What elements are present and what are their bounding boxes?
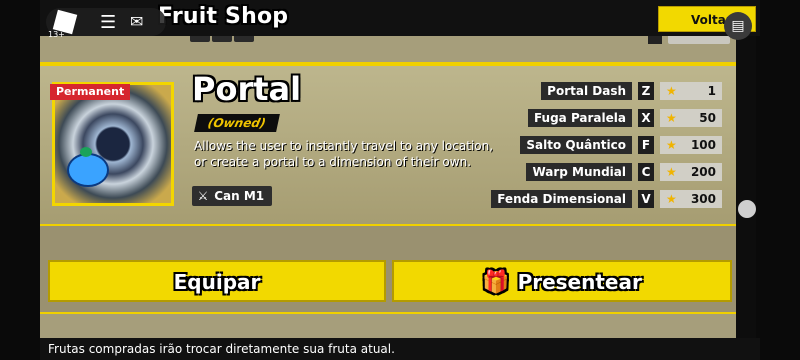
move-mastery: ★ 200 — [660, 163, 722, 181]
move-row: Fenda Dimensional V ★ 300 — [491, 190, 722, 208]
move-key: V — [638, 190, 654, 208]
fruit-card: Permanent Portal (Owned) Allows the user… — [40, 64, 740, 226]
move-mastery: ★ 1 — [660, 82, 722, 100]
move-name: Portal Dash — [541, 82, 632, 100]
move-mastery: ★ 300 — [660, 190, 722, 208]
scroll-thumb[interactable] — [738, 200, 756, 218]
scrollbar[interactable] — [736, 36, 756, 338]
move-name: Fuga Paralela — [527, 109, 632, 127]
can-m1-tag: ⚔ Can M1 — [192, 186, 273, 206]
move-key: X — [638, 109, 654, 127]
move-mastery: ★ 100 — [660, 136, 722, 154]
fruit-icon — [67, 147, 109, 187]
move-row: Salto Quântico F ★ 100 — [520, 136, 722, 154]
move-row: Fuga Paralela X ★ 50 — [527, 109, 722, 127]
chat-icon[interactable]: ✉ — [130, 12, 143, 31]
menu-icon[interactable]: ☰ — [100, 12, 116, 33]
star-icon: ★ — [666, 138, 677, 152]
move-row: Warp Mundial C ★ 200 — [526, 163, 722, 181]
star-icon: ★ — [666, 84, 677, 98]
move-name: Salto Quântico — [520, 136, 632, 154]
move-key: Z — [638, 82, 654, 100]
sword-icon: ⚔ — [197, 189, 209, 203]
gift-icon: 🎁 — [482, 270, 510, 295]
gift-button[interactable]: 🎁 Presentear — [392, 260, 732, 302]
can-m1-label: Can M1 — [214, 189, 265, 203]
fruit-image — [52, 82, 174, 206]
move-mastery: ★ 50 — [660, 109, 722, 127]
fruit-description: Allows the user to instantly travel to a… — [194, 139, 494, 169]
gift-label: Presentear — [517, 270, 642, 294]
move-name: Fenda Dimensional — [491, 190, 632, 208]
move-name: Warp Mundial — [526, 163, 632, 181]
footer-notice: Frutas compradas irão trocar diretamente… — [40, 338, 760, 360]
equip-button[interactable]: Equipar — [48, 260, 386, 302]
star-icon: ★ — [666, 111, 677, 125]
star-icon: ★ — [666, 192, 677, 206]
star-icon: ★ — [666, 165, 677, 179]
move-row: Portal Dash Z ★ 1 — [541, 82, 722, 100]
move-key: C — [638, 163, 654, 181]
fruit-name: Portal — [192, 70, 302, 108]
permanent-badge: Permanent — [50, 84, 131, 100]
move-key: F — [638, 136, 654, 154]
owned-badge: (Owned) — [194, 114, 280, 132]
age-rating: 13+ — [48, 30, 65, 39]
chat-bubble-icon[interactable]: ▤ — [724, 12, 752, 40]
next-fruit-card[interactable] — [40, 312, 740, 340]
